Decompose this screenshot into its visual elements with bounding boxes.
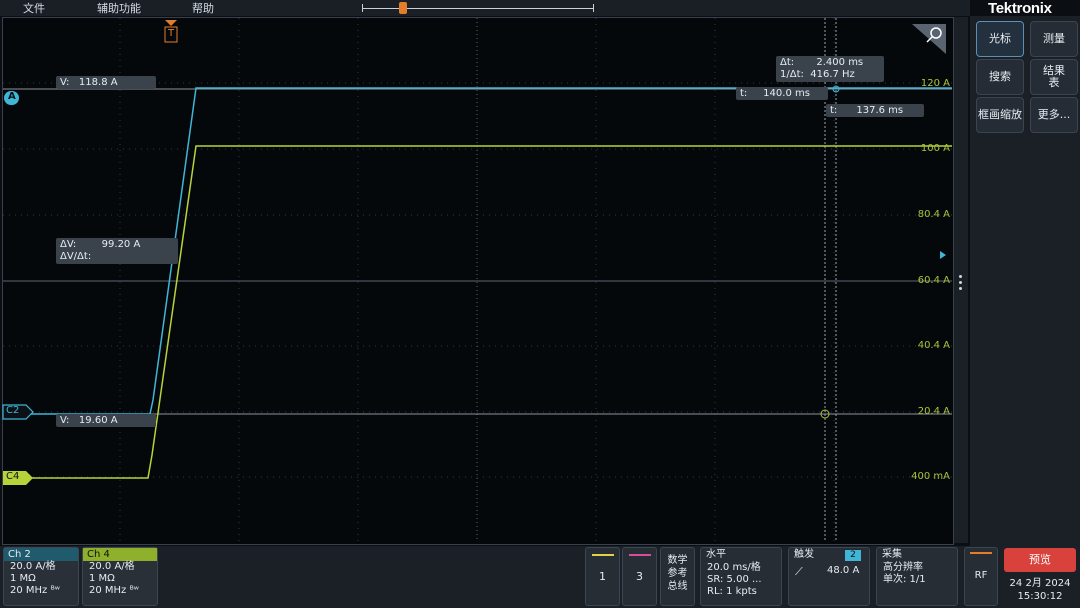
acquire-mode: 高分辨率 xyxy=(883,562,923,573)
trigger-source-badge: 2 xyxy=(845,550,861,561)
horizontal-scale: 20.0 ms/格 xyxy=(707,562,761,573)
trigger-level-arrow-icon xyxy=(940,251,946,259)
ch2-scale: 20.0 A/格 xyxy=(10,561,56,572)
ch4-impedance: 1 MΩ xyxy=(89,573,115,584)
horizontal-sample-rate: SR: 5.00 ... xyxy=(707,574,762,585)
ch2-bandwidth: 20 MHz ᴮʷ xyxy=(10,585,60,596)
horizontal-record-length: RL: 1 kpts xyxy=(707,586,757,597)
cursor-v-bottom-readout: V: 19.60 A xyxy=(56,414,156,427)
ch4-marker-label[interactable]: C4 xyxy=(6,471,19,482)
scale-label-400ma: 400 mA xyxy=(911,471,950,482)
math-ref-bus-button[interactable]: 数学 参考 总线 xyxy=(660,547,695,606)
rising-edge-icon: ⟋ xyxy=(795,565,803,578)
ch4-waveform xyxy=(3,145,952,479)
scale-label-60a: 60.4 A xyxy=(917,275,950,286)
delta-t-readout-box: Δt: 2.400 ms 1/Δt: 416.7 Hz xyxy=(776,56,884,82)
ch4-scale: 20.0 A/格 xyxy=(89,561,135,572)
acquire-settings-badge[interactable]: 采集 高分辨率 单次: 1/1 xyxy=(876,547,958,606)
channel-3-button[interactable]: 3 xyxy=(622,547,657,606)
scale-label-100a: 100 A xyxy=(920,143,950,154)
bus-label: 总线 xyxy=(667,581,688,592)
scale-label-40a: 40.4 A xyxy=(917,340,950,351)
channel-1-button[interactable]: 1 xyxy=(585,547,620,606)
cursor-a-label[interactable]: A xyxy=(8,91,16,102)
delta-v-readout: ΔV: 99.20 A xyxy=(60,239,141,250)
channel-3-label: 3 xyxy=(636,570,643,583)
ref-label: 参考 xyxy=(667,568,688,579)
channel-1-label: 1 xyxy=(599,570,606,583)
date-display: 24 2月 2024 xyxy=(1009,578,1071,589)
ch2-impedance: 1 MΩ xyxy=(10,573,36,584)
ch2-header: Ch 2 xyxy=(4,548,78,561)
ch4-header: Ch 4 xyxy=(83,548,157,561)
horizontal-title: 水平 xyxy=(706,549,726,560)
preview-button[interactable]: 预览 xyxy=(1004,548,1076,572)
acquire-single: 单次: 1/1 xyxy=(883,574,926,585)
scale-label-80a: 80.4 A xyxy=(917,209,950,220)
rf-label: RF xyxy=(974,570,988,581)
rf-button[interactable]: RF xyxy=(964,547,998,606)
delta-v-dt-readout: ΔV/Δt: xyxy=(60,251,92,262)
ch4-settings-badge[interactable]: Ch 4 20.0 A/格 1 MΩ 20 MHz ᴮʷ xyxy=(82,547,158,606)
cursor-t1-readout: t: 140.0 ms xyxy=(736,87,828,100)
delta-t-readout: Δt: 2.400 ms xyxy=(780,57,864,68)
scale-label-120a: 120 A xyxy=(920,78,950,89)
ch2-marker-label[interactable]: C2 xyxy=(6,405,19,416)
trigger-level: 48.0 A xyxy=(827,565,860,576)
trigger-settings-badge[interactable]: 触发 2 ⟋ 48.0 A xyxy=(788,547,870,606)
acquire-title: 采集 xyxy=(882,549,902,560)
cursor-t2-readout: t: 137.6 ms xyxy=(826,104,924,117)
ch4-bandwidth: 20 MHz ᴮʷ xyxy=(89,585,139,596)
time-display: 15:30:12 xyxy=(1017,591,1063,602)
trigger-marker-label: T xyxy=(168,28,175,39)
cursor-v-top-readout: V: 118.8 A xyxy=(56,76,156,89)
scale-label-20a: 20.4 A xyxy=(917,406,950,417)
horizontal-settings-badge[interactable]: 水平 20.0 ms/格 SR: 5.00 ... RL: 1 kpts xyxy=(700,547,782,606)
math-label: 数学 xyxy=(667,555,688,566)
ch2-settings-badge[interactable]: Ch 2 20.0 A/格 1 MΩ 20 MHz ᴮʷ xyxy=(3,547,79,606)
inv-delta-t-readout: 1/Δt: 416.7 Hz xyxy=(780,69,855,80)
delta-v-readout-box: ΔV: 99.20 A ΔV/Δt: xyxy=(56,238,178,264)
